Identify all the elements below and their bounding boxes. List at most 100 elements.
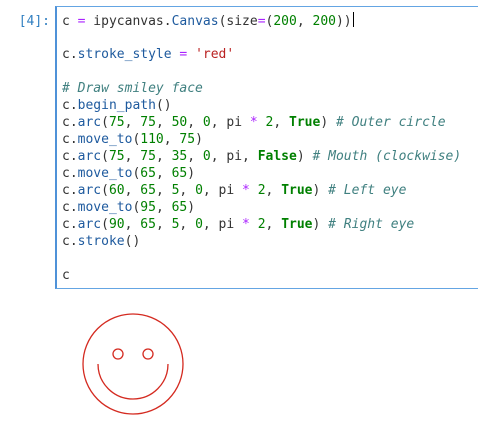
code-token: # Mouth (clockwise)	[312, 149, 462, 164]
code-token: c	[62, 268, 70, 283]
cell-execution-prompt: [4]:	[18, 14, 50, 29]
code-token: ,	[179, 183, 196, 198]
code-token: 90	[108, 217, 125, 232]
code-line: c	[62, 267, 461, 284]
code-token: c	[62, 183, 70, 198]
code-token: )	[312, 217, 329, 232]
code-token: 35	[171, 149, 188, 164]
smiley-mouth-arc	[97, 363, 169, 400]
code-token: ,	[187, 149, 203, 164]
code-token: .	[69, 47, 78, 62]
code-token: 75	[108, 149, 125, 164]
code-token: , pi,	[210, 149, 258, 164]
code-token: ,	[155, 200, 172, 215]
code-token: )	[187, 166, 196, 181]
code-token: 2	[257, 183, 266, 198]
code-token: begin_path	[77, 98, 156, 113]
code-token: .	[69, 132, 78, 147]
code-token: ()	[124, 234, 141, 249]
code-token: # Left eye	[328, 183, 407, 198]
code-token: ()	[155, 98, 172, 113]
code-token: ,	[163, 132, 180, 147]
code-token: 60	[108, 183, 125, 198]
code-token: ,	[296, 14, 313, 29]
code-token: .	[69, 234, 78, 249]
code-token: arc	[77, 149, 102, 164]
code-token: ipycanvas	[85, 14, 164, 29]
code-token: 200	[312, 14, 336, 29]
code-token: 0	[195, 183, 203, 198]
code-token: (	[101, 217, 109, 232]
code-token: ,	[273, 115, 290, 130]
code-line: # Draw smiley face	[62, 80, 461, 97]
code-token: True	[281, 217, 313, 232]
code-token: *	[242, 183, 250, 198]
code-token: =	[257, 14, 266, 29]
code-token: c	[62, 200, 70, 215]
code-line: c = ipycanvas.Canvas(size=(200, 200))	[62, 12, 461, 29]
code-token: 0	[202, 149, 211, 164]
text-cursor	[352, 12, 354, 27]
code-token: (	[101, 115, 109, 130]
code-token: 75	[108, 115, 125, 130]
code-token: .	[69, 149, 78, 164]
code-token: arc	[77, 183, 102, 198]
code-token: 200	[273, 14, 297, 29]
code-line: c.arc(75, 75, 50, 0, pi * 2, True) # Out…	[62, 114, 461, 131]
smiley-left-eye	[112, 348, 124, 360]
code-token: 65	[171, 166, 188, 181]
code-editor-text[interactable]: c = ipycanvas.Canvas(size=(200, 200)) c.s…	[62, 12, 461, 284]
code-token: )	[195, 132, 203, 147]
code-token: 75	[179, 132, 196, 147]
code-token: c	[62, 166, 70, 181]
code-token: ,	[124, 115, 141, 130]
code-token: , pi	[210, 115, 250, 130]
code-token: ))	[335, 14, 352, 29]
code-token: (	[101, 183, 109, 198]
code-token: 110	[140, 132, 164, 147]
code-token: .	[69, 217, 78, 232]
code-token: 95	[140, 200, 156, 215]
code-token: )	[320, 115, 336, 130]
code-token: .	[69, 166, 78, 181]
code-line: c.stroke_style = 'red'	[62, 46, 461, 63]
code-token: , pi	[202, 217, 243, 232]
code-token: ,	[187, 115, 203, 130]
code-token: 0	[202, 115, 211, 130]
code-token: True	[281, 183, 313, 198]
code-line: c.stroke()	[62, 233, 461, 250]
code-token: ,	[155, 149, 172, 164]
code-token: arc	[77, 115, 102, 130]
code-line: c.move_to(95, 65)	[62, 199, 461, 216]
code-token: ,	[179, 217, 196, 232]
code-token: # Draw smiley face	[62, 81, 203, 96]
code-token: 'red'	[195, 47, 235, 62]
code-token: arc	[77, 217, 102, 232]
code-token: # Right eye	[328, 217, 415, 232]
code-token: move_to	[77, 132, 133, 147]
smiley-right-eye	[142, 348, 154, 360]
code-token: *	[242, 217, 250, 232]
code-token: (	[101, 149, 109, 164]
code-token: ,	[124, 217, 141, 232]
code-token: 65	[171, 200, 188, 215]
code-token: c	[62, 217, 70, 232]
code-token: c	[62, 47, 70, 62]
code-line: c.begin_path()	[62, 97, 461, 114]
code-token: c	[62, 115, 70, 130]
code-token: Canvas	[171, 14, 219, 29]
code-token: 65	[140, 166, 156, 181]
code-token: 75	[140, 149, 156, 164]
code-line: c.move_to(110, 75)	[62, 131, 461, 148]
code-token: True	[289, 115, 321, 130]
code-token: ,	[124, 149, 141, 164]
code-token: ,	[155, 115, 172, 130]
code-line: c.move_to(65, 65)	[62, 165, 461, 182]
